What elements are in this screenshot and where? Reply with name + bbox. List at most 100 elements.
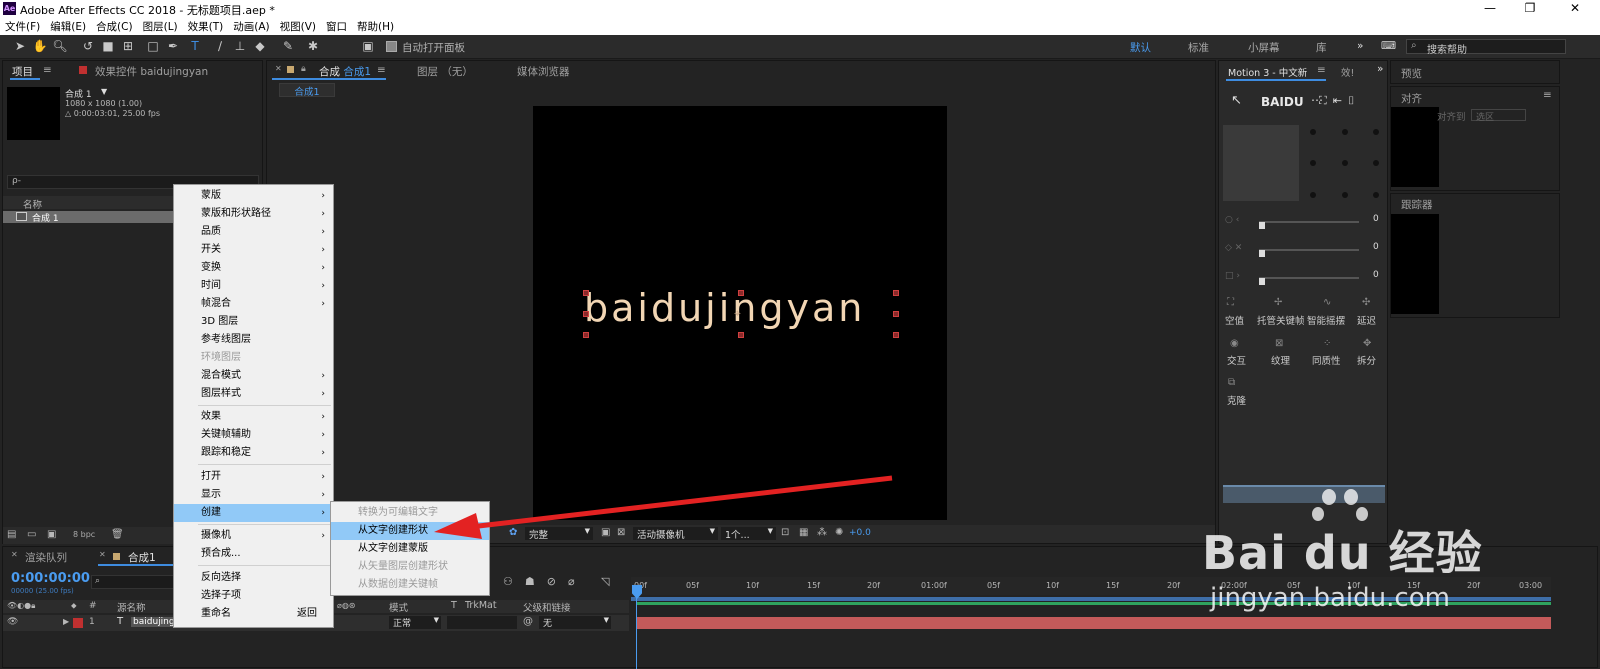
menu-item-mask[interactable]: 蒙版 ›	[174, 187, 333, 205]
motion-slider[interactable]	[1259, 249, 1359, 251]
anchor-point-icon[interactable]: ⌖	[734, 306, 741, 321]
project-tab-menu-icon[interactable]: ≡	[43, 64, 52, 76]
anchor-grid-dot[interactable]	[1373, 192, 1379, 198]
tab-motion[interactable]: Motion 3 - 中文新	[1228, 65, 1307, 79]
menu-item-track-stabilize[interactable]: 跟踪和稳定 ›	[174, 444, 333, 462]
motion-expand-icons[interactable]: ⛶⇤⌷	[1319, 94, 1361, 108]
menu-view[interactable]: 视图(V)	[275, 18, 321, 35]
pan-behind-tool-icon[interactable]: ⊞	[120, 38, 136, 54]
split-button[interactable]: 拆分	[1357, 353, 1376, 367]
anchor-grid-dot[interactable]	[1310, 192, 1316, 198]
interpret-footage-icon[interactable]: ▤	[7, 529, 16, 540]
timeline-search-input[interactable]: ⌕	[91, 575, 175, 589]
col-mode[interactable]: 模式	[389, 600, 408, 614]
graph-editor-icon[interactable]: ◹	[601, 575, 609, 588]
hand-tool-icon[interactable]: ✋	[32, 38, 48, 54]
help-search-input[interactable]: 搜索帮助	[1427, 41, 1467, 56]
motion-tab-menu-icon[interactable]: ≡	[1317, 64, 1326, 76]
motion-slider[interactable]	[1259, 277, 1359, 279]
comp-tab-menu-icon[interactable]: ≡	[377, 64, 386, 76]
bbox-handle[interactable]	[583, 290, 589, 296]
camera-tool-icon[interactable]: ■	[100, 38, 116, 54]
comp-info-dropdown-icon[interactable]: ▼	[101, 87, 107, 96]
col-name[interactable]: 名称	[23, 197, 42, 211]
delete-icon[interactable]: 🗑︎	[111, 529, 124, 540]
clone-stamp-tool-icon[interactable]: ⊥	[232, 38, 248, 54]
bbox-handle[interactable]	[893, 311, 899, 317]
pick-whip-icon[interactable]: @	[523, 616, 533, 627]
anchor-grid-dot[interactable]	[1342, 192, 1348, 198]
menu-window[interactable]: 窗口	[321, 18, 352, 35]
tab-preview[interactable]: 预览	[1401, 66, 1422, 81]
menu-item-mask-shape-path[interactable]: 蒙版和形状路径 ›	[174, 205, 333, 223]
workspace-small-screen[interactable]: 小屏幕	[1248, 40, 1280, 55]
tab-project[interactable]: 项目	[12, 64, 33, 79]
breadcrumb[interactable]: 合成1	[279, 83, 335, 98]
menu-item-precompose[interactable]: 预合成...	[174, 545, 333, 563]
tab-media-browser[interactable]: 媒体浏览器	[517, 64, 570, 79]
menu-item-quality[interactable]: 品质 ›	[174, 223, 333, 241]
timeline-switch-icons[interactable]: ⚇☗⊘⌀	[503, 575, 587, 588]
anchor-grid-dot[interactable]	[1373, 160, 1379, 166]
timeline-tab-close-icon[interactable]: ✕	[99, 550, 106, 559]
menu-item-layer-styles[interactable]: 图层样式 ›	[174, 385, 333, 403]
menu-item-open[interactable]: 打开 ›	[174, 468, 333, 486]
auto-open-checkbox[interactable]	[386, 41, 397, 52]
workspace-library[interactable]: 库	[1316, 40, 1327, 55]
more-workspaces-icon[interactable]: »	[1357, 40, 1363, 52]
bbox-handle[interactable]	[893, 332, 899, 338]
close-button[interactable]: ✕	[1555, 1, 1595, 15]
bbox-handle[interactable]	[738, 332, 744, 338]
tab-layer[interactable]: 图层 （无）	[417, 64, 473, 79]
texture-button[interactable]: 纹理	[1271, 353, 1290, 367]
minimize-button[interactable]: —	[1470, 1, 1510, 15]
workspace-standard[interactable]: 标准	[1188, 40, 1209, 55]
brush-tool-icon[interactable]: ∕	[212, 38, 228, 54]
align-menu-icon[interactable]: ≡	[1543, 89, 1552, 101]
selection-tool-icon[interactable]: ➤	[12, 38, 28, 54]
clone-button[interactable]: 克隆	[1227, 393, 1246, 407]
wiggle-button[interactable]: 智能摇摆	[1307, 313, 1345, 327]
menu-edit[interactable]: 编辑(E)	[45, 18, 91, 35]
slider-thumb[interactable]	[1259, 278, 1265, 285]
slider-thumb[interactable]	[1259, 250, 1265, 257]
tab-effect-controls[interactable]: 效果控件 baidujingyan	[95, 64, 208, 79]
rectangle-tool-icon[interactable]: □	[145, 38, 161, 54]
menu-item-guide-layer[interactable]: 参考线图层	[174, 331, 333, 349]
layer-label-color[interactable]	[73, 618, 83, 628]
tab-render-queue[interactable]: 渲染队列	[25, 550, 67, 565]
visibility-icon[interactable]: 👁︎	[7, 617, 18, 627]
menu-item-rename[interactable]: 重命名 返回	[174, 605, 333, 623]
delay-button[interactable]: 延迟	[1357, 313, 1376, 327]
menu-item-create[interactable]: 创建 ›	[174, 504, 333, 522]
menu-item-select-children[interactable]: 选择子项	[174, 587, 333, 605]
tab-timeline-comp[interactable]: 合成1	[128, 550, 156, 565]
menu-item-frame-blending[interactable]: 帧混合 ›	[174, 295, 333, 313]
col-trkmat[interactable]: TrkMat	[465, 600, 497, 611]
lock-icon[interactable]: 🔒︎	[301, 64, 306, 74]
menu-item-3d-layer[interactable]: 3D 图层	[174, 313, 333, 331]
align-to-dropdown[interactable]: 选区	[1471, 109, 1526, 123]
bbox-handle[interactable]	[738, 290, 744, 296]
more-tabs-icon[interactable]: »	[1377, 63, 1383, 75]
anchor-grid-dot[interactable]	[1342, 160, 1348, 166]
anchor-grid-dot[interactable]	[1373, 129, 1379, 135]
render-tab-close-icon[interactable]: ✕	[11, 550, 18, 559]
menu-item-camera[interactable]: 摄像机 ›	[174, 527, 333, 545]
tab-composition[interactable]: 合成 合成1	[319, 64, 371, 79]
text-tool-icon[interactable]: T	[187, 38, 203, 54]
layer-mode-dropdown[interactable]: 正常 ▼	[389, 616, 441, 629]
zoom-tool-icon[interactable]: 🔍︎	[52, 38, 68, 54]
workspace-default[interactable]: 默认	[1130, 40, 1151, 55]
null-button[interactable]: 空值	[1225, 313, 1244, 327]
trkmat-dropdown[interactable]	[447, 616, 517, 629]
slider-thumb[interactable]	[1259, 222, 1265, 229]
menu-item-time[interactable]: 时间 ›	[174, 277, 333, 295]
anchor-grid-dot[interactable]	[1342, 129, 1348, 135]
menu-composition[interactable]: 合成(C)	[91, 18, 138, 35]
bpc-label[interactable]: 8 bpc	[73, 530, 95, 539]
expand-layer-icon[interactable]: ▶	[63, 617, 69, 626]
bbox-handle[interactable]	[583, 332, 589, 338]
roto-brush-tool-icon[interactable]: ✎	[280, 38, 296, 54]
anchor-grid-dot[interactable]	[1310, 129, 1316, 135]
